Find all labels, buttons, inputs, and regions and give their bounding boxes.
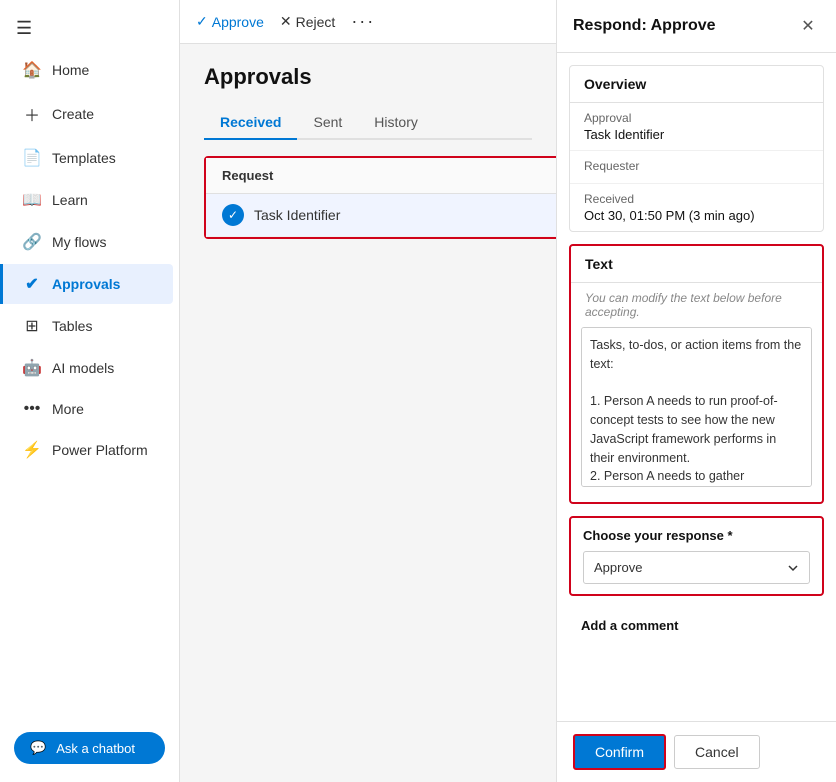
- main-area: ✓ Approve ✕ Reject ··· Approvals Receive…: [180, 0, 556, 782]
- approve-check-icon: ✓: [196, 13, 208, 30]
- sidebar-item-tables[interactable]: ⊞ Tables: [6, 306, 173, 346]
- overview-approval-row: Approval Task Identifier: [570, 103, 823, 151]
- text-hint: You can modify the text below before acc…: [571, 283, 822, 327]
- sidebar-item-label: AI models: [52, 360, 114, 376]
- powerplatform-icon: ⚡: [22, 440, 42, 460]
- overview-received-value: Oct 30, 01:50 PM (3 min ago): [584, 208, 809, 223]
- requests-table: Request ✓ Task Identifier: [204, 156, 556, 239]
- reject-action[interactable]: ✕ Reject: [280, 13, 335, 30]
- overview-approval-label: Approval: [584, 111, 809, 125]
- request-item-name: Task Identifier: [254, 207, 340, 223]
- sidebar-item-templates[interactable]: 📄 Templates: [6, 138, 173, 178]
- panel-title: Respond: Approve: [573, 17, 716, 35]
- approvals-icon: ✔: [22, 274, 42, 294]
- sidebar-item-label: Templates: [52, 150, 116, 166]
- sidebar-item-create[interactable]: ＋ Create: [6, 92, 173, 136]
- approvals-content: Approvals Received Sent History Request …: [180, 44, 556, 782]
- reject-label: Reject: [296, 14, 336, 30]
- chatbot-icon: 💬: [30, 740, 46, 756]
- sidebar-item-label: Create: [52, 106, 94, 122]
- chatbot-button[interactable]: 💬 Ask a chatbot: [14, 732, 165, 764]
- check-icon: ✓: [222, 204, 244, 226]
- home-icon: 🏠: [22, 60, 42, 80]
- sidebar-item-aimodels[interactable]: 🤖 AI models: [6, 348, 173, 388]
- learn-icon: 📖: [22, 190, 42, 210]
- aimodels-icon: 🤖: [22, 358, 42, 378]
- sidebar-item-label: My flows: [52, 234, 106, 250]
- response-select[interactable]: Approve Reject: [583, 551, 810, 584]
- sidebar-item-label: More: [52, 401, 84, 417]
- close-button[interactable]: ✕: [796, 14, 820, 38]
- create-icon: ＋: [22, 102, 42, 126]
- panel-header: Respond: Approve ✕: [557, 0, 836, 53]
- right-panel: Respond: Approve ✕ Overview Approval Tas…: [556, 0, 836, 782]
- overview-requester-label: Requester: [584, 159, 809, 173]
- more-actions[interactable]: ···: [351, 11, 375, 32]
- overview-section: Overview Approval Task Identifier Reques…: [569, 65, 824, 232]
- table-row[interactable]: ✓ Task Identifier: [206, 194, 556, 237]
- text-section: Text You can modify the text below befor…: [569, 244, 824, 504]
- overview-requester-row: Requester: [570, 151, 823, 184]
- confirm-button[interactable]: Confirm: [573, 734, 666, 770]
- templates-icon: 📄: [22, 148, 42, 168]
- comment-label: Add a comment: [581, 618, 812, 633]
- overview-received-label: Received: [584, 192, 809, 206]
- more-icon: •••: [22, 400, 42, 418]
- sidebar-item-more[interactable]: ••• More: [6, 390, 173, 428]
- toolbar: ✓ Approve ✕ Reject ···: [180, 0, 556, 44]
- sidebar-item-label: Power Platform: [52, 442, 148, 458]
- tabs-bar: Received Sent History: [204, 106, 532, 140]
- panel-body: Overview Approval Task Identifier Reques…: [557, 53, 836, 721]
- chatbot-label: Ask a chatbot: [56, 741, 135, 756]
- tables-icon: ⊞: [22, 316, 42, 336]
- request-column-header: Request: [206, 158, 556, 194]
- sidebar-item-label: Learn: [52, 192, 88, 208]
- sidebar-item-approvals[interactable]: ✔ Approvals: [0, 264, 173, 304]
- sidebar-item-label: Home: [52, 62, 89, 78]
- sidebar-item-learn[interactable]: 📖 Learn: [6, 180, 173, 220]
- page-title: Approvals: [204, 64, 532, 90]
- response-label: Choose your response *: [583, 528, 810, 543]
- panel-footer: Confirm Cancel: [557, 721, 836, 782]
- tab-sent[interactable]: Sent: [297, 106, 358, 140]
- sidebar-item-home[interactable]: 🏠 Home: [6, 50, 173, 90]
- text-section-header: Text: [571, 246, 822, 283]
- reject-x-icon: ✕: [280, 13, 292, 30]
- sidebar-item-myflows[interactable]: 🔗 My flows: [6, 222, 173, 262]
- comment-section: Add a comment: [569, 608, 824, 651]
- myflows-icon: 🔗: [22, 232, 42, 252]
- tab-received[interactable]: Received: [204, 106, 297, 140]
- overview-received-row: Received Oct 30, 01:50 PM (3 min ago): [570, 184, 823, 231]
- sidebar-item-label: Tables: [52, 318, 92, 334]
- overview-header: Overview: [570, 66, 823, 103]
- sidebar-item-powerplatform[interactable]: ⚡ Power Platform: [6, 430, 173, 470]
- text-textarea[interactable]: [581, 327, 812, 487]
- response-section: Choose your response * Approve Reject: [569, 516, 824, 596]
- approve-action[interactable]: ✓ Approve: [196, 13, 264, 30]
- sidebar: ☰ 🏠 Home ＋ Create 📄 Templates 📖 Learn 🔗 …: [0, 0, 180, 782]
- sidebar-item-label: Approvals: [52, 276, 120, 292]
- overview-approval-value: Task Identifier: [584, 127, 809, 142]
- hamburger-menu[interactable]: ☰: [0, 8, 179, 49]
- approve-label: Approve: [212, 14, 264, 30]
- tab-history[interactable]: History: [358, 106, 434, 140]
- cancel-button[interactable]: Cancel: [674, 735, 760, 769]
